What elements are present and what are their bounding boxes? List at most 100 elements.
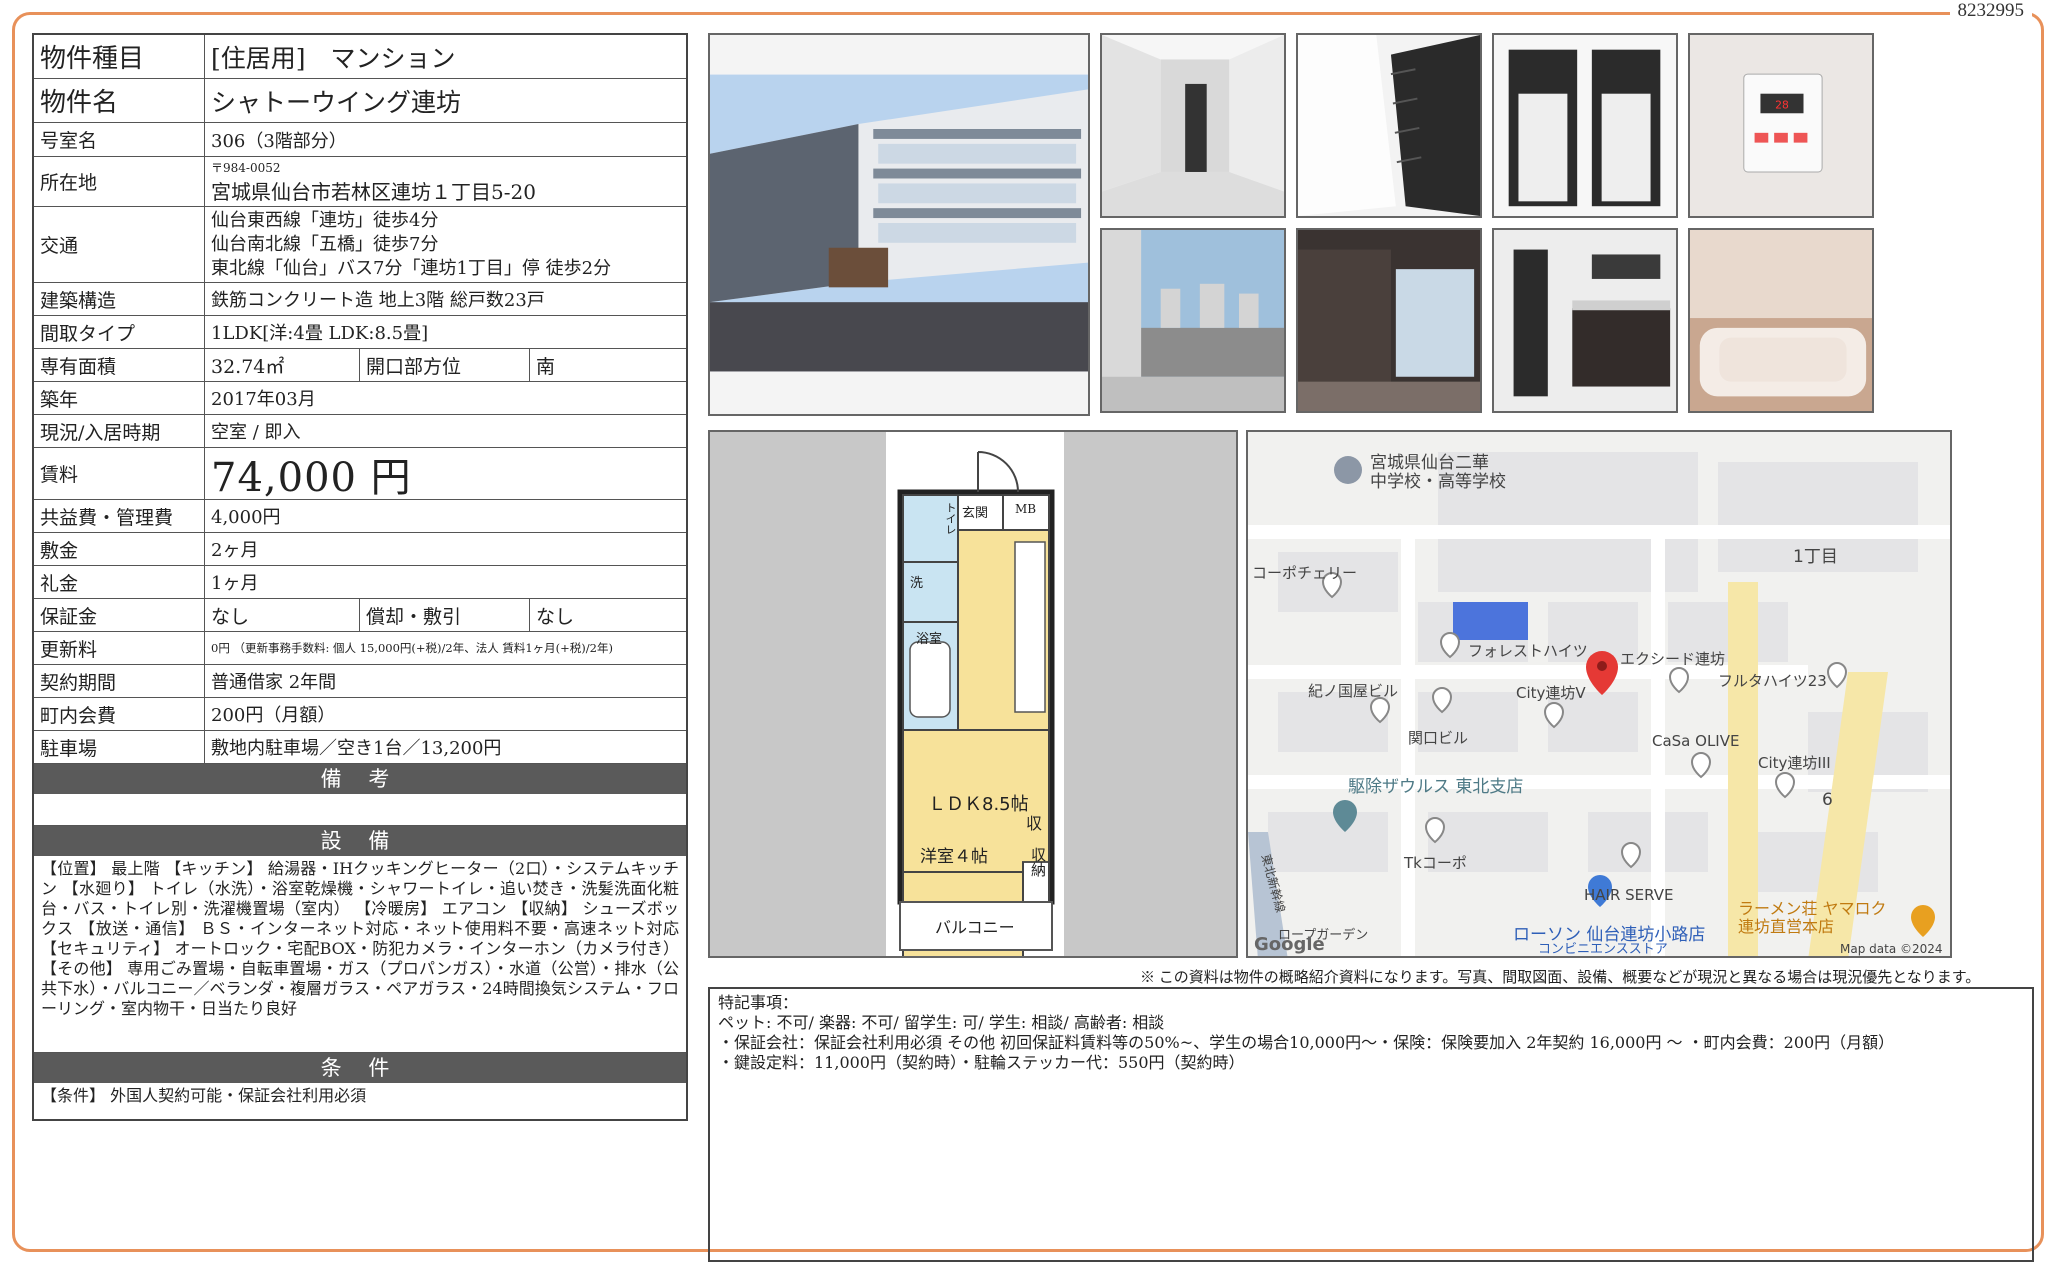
exterior-photo bbox=[708, 33, 1090, 416]
row-renewal: 更新料 0円 （更新事務手数料: 個人 15,000円(+税)/2年、法人 賃料… bbox=[34, 632, 686, 665]
row-deposit: 敷金 2ヶ月 bbox=[34, 533, 686, 566]
map-label-forest: フォレストハイツ bbox=[1468, 642, 1588, 660]
value-contract: 普通借家 2年間 bbox=[211, 672, 337, 693]
fp-ldk: ＬＤＫ8.5帖 bbox=[928, 794, 1029, 815]
disclaimer-notice: ※ この資料は物件の概略紹介資料になります。写真、間取図面、設備、概要などが現況… bbox=[1140, 970, 1981, 986]
label-name: 物件名 bbox=[34, 79, 205, 122]
fp-wash: 洗 bbox=[910, 576, 924, 591]
row-fee: 共益費・管理費 4,000円 bbox=[34, 500, 686, 533]
value-transport: 仙台東西線「連坊」徒歩4分 仙台南北線「五橋」徒歩7分 東北線「仙台」バス7分「… bbox=[205, 207, 686, 282]
map-label-cityv: City連坊V bbox=[1516, 684, 1586, 702]
fp-storage2: 収納 bbox=[1029, 847, 1047, 877]
row-guarantee: 保証金 なし 償却・敷引 なし bbox=[34, 599, 686, 632]
label-transport: 交通 bbox=[34, 207, 205, 282]
value-guarantee: なし bbox=[205, 599, 360, 631]
value-layout: 1LDK[洋:4畳 LDK:8.5畳] bbox=[211, 323, 429, 344]
equipment-header: 設 備 bbox=[34, 826, 686, 856]
label-room: 号室名 bbox=[34, 123, 205, 156]
row-rent: 賃料 74,000 円 bbox=[34, 448, 686, 501]
label-keymoney: 礼金 bbox=[34, 566, 205, 598]
map-label-kujo: 駆除ザウルス 東北支店 bbox=[1348, 777, 1524, 797]
map-label-excede: エクシード連坊 bbox=[1620, 650, 1726, 668]
value-deposit: 2ヶ月 bbox=[211, 540, 259, 561]
transport-line: 仙台東西線「連坊」徒歩4分 bbox=[211, 209, 439, 231]
map-label-six: 6 bbox=[1822, 790, 1833, 810]
label-renewal: 更新料 bbox=[34, 632, 205, 664]
label-status: 現況/入居時期 bbox=[34, 415, 205, 447]
document-number: 8232995 bbox=[1949, 0, 2032, 22]
label-structure: 建築構造 bbox=[34, 283, 205, 315]
label-deposit: 敷金 bbox=[34, 533, 205, 565]
row-status: 現況/入居時期 空室 / 即入 bbox=[34, 415, 686, 448]
map-label-conv: コンビニエンスストア bbox=[1538, 942, 1668, 957]
map-label-kinokuniya: 紀ノ国屋ビル bbox=[1308, 682, 1399, 700]
label-guarantee: 保証金 bbox=[34, 599, 205, 631]
map-label-sekiguchi: 関口ビル bbox=[1408, 729, 1469, 747]
row-layout: 間取タイプ 1LDK[洋:4畳 LDK:8.5畳] bbox=[34, 316, 686, 349]
value-structure: 鉄筋コンクリート造 地上3階 総戸数23戸 bbox=[211, 290, 545, 311]
interior-photo-1 bbox=[1100, 33, 1286, 218]
fp-western: 洋室４帖 bbox=[920, 847, 988, 867]
map-label-casa: CaSa OLIVE bbox=[1652, 732, 1740, 750]
label-fee: 共益費・管理費 bbox=[34, 500, 205, 532]
interior-photo-5 bbox=[1100, 228, 1286, 413]
conditions-header: 条 件 bbox=[34, 1053, 686, 1083]
label-layout: 間取タイプ bbox=[34, 316, 205, 348]
transport-line: 東北線「仙台」バス7分「連坊1丁目」停 徒歩2分 bbox=[211, 257, 612, 279]
special-line: ペット: 不可/ 楽器: 不可/ 留学生: 可/ 学生: 相談/ 高齢者: 相談 bbox=[718, 1013, 1165, 1032]
row-community: 町内会費 200円（月額） bbox=[34, 698, 686, 731]
equipment-text: 【位置】 最上階 【キッチン】 給湯器・IHクッキングヒーター（2口）・システム… bbox=[34, 856, 686, 1053]
special-line: ・鍵設定料：11,000円（契約時）・駐輪ステッカー代：550円（契約時） bbox=[718, 1053, 1245, 1072]
value-address: 〒984-0052 宮城県仙台市若林区連坊１丁目5-20 bbox=[205, 157, 686, 206]
transport-line: 仙台南北線「五橋」徒歩7分 bbox=[211, 233, 439, 255]
label-amort: 償却・敷引 bbox=[360, 599, 530, 631]
label-direction: 開口部方位 bbox=[360, 349, 530, 381]
postal-code: 〒984-0052 bbox=[211, 160, 281, 175]
address-text: 宮城県仙台市若林区連坊１丁目5-20 bbox=[211, 179, 536, 204]
map-label-chome: 1丁目 bbox=[1793, 547, 1838, 567]
row-area: 専有面積 32.74㎡ 開口部方位 南 bbox=[34, 349, 686, 382]
map-label-hair: HAIR SERVE bbox=[1584, 886, 1674, 904]
row-room: 号室名 306（3階部分） bbox=[34, 123, 686, 157]
conditions-text: 【条件】 外国人契約可能・保証会社利用必須 bbox=[41, 1086, 367, 1105]
remarks-header: 備 考 bbox=[34, 764, 686, 794]
fp-mb: MB bbox=[1015, 502, 1037, 516]
interior-photo-2 bbox=[1296, 33, 1482, 218]
value-status: 空室 / 即入 bbox=[211, 422, 301, 443]
label-type: 物件種目 bbox=[34, 35, 205, 78]
interior-photo-8 bbox=[1688, 228, 1874, 413]
value-name: シャトーウイング連坊 bbox=[211, 87, 462, 117]
value-parking: 敷地内駐車場／空き1台／13,200円 bbox=[211, 738, 502, 759]
map-label-coop: コーポチェリー bbox=[1252, 564, 1358, 582]
label-parking: 駐車場 bbox=[34, 731, 205, 763]
google-logo: Google bbox=[1254, 934, 1325, 955]
label-rent: 賃料 bbox=[34, 448, 205, 499]
special-notes: 特記事項： ペット: 不可/ 楽器: 不可/ 留学生: 可/ 学生: 相談/ 高… bbox=[708, 987, 2034, 1262]
map-label-school: 宮城県仙台二華 中学校・高等学校 bbox=[1370, 453, 1506, 492]
fp-storage1: 収 bbox=[1026, 814, 1043, 833]
value-community: 200円（月額） bbox=[211, 705, 336, 726]
property-table: 物件種目 [住居用] マンション 物件名 シャトーウイング連坊 号室名 306（… bbox=[32, 33, 688, 1121]
label-community: 町内会費 bbox=[34, 698, 205, 730]
value-room: 306（3階部分） bbox=[211, 130, 347, 152]
value-rent: 74,000 円 bbox=[211, 454, 412, 501]
special-line: ・保証会社：保証会社利用必須 その他 初回保証料賃料等の50%~、学生の場合10… bbox=[718, 1033, 1895, 1052]
interior-photo-7 bbox=[1492, 228, 1678, 413]
row-name: 物件名 シャトーウイング連坊 bbox=[34, 79, 686, 123]
svg-text:28: 28 bbox=[1775, 98, 1789, 111]
row-address: 所在地 〒984-0052 宮城県仙台市若林区連坊１丁目5-20 bbox=[34, 157, 686, 207]
value-renewal: 0円 （更新事務手数料: 個人 15,000円(+税)/2年、法人 賃料1ヶ月(… bbox=[211, 641, 613, 655]
row-type: 物件種目 [住居用] マンション bbox=[34, 35, 686, 79]
label-address: 所在地 bbox=[34, 157, 205, 206]
label-built: 築年 bbox=[34, 382, 205, 414]
map-attribution: Map data ©2024 bbox=[1840, 942, 1943, 956]
value-keymoney: 1ヶ月 bbox=[211, 573, 259, 594]
fp-entrance: 玄関 bbox=[962, 506, 989, 521]
row-parking: 駐車場 敷地内駐車場／空き1台／13,200円 bbox=[34, 731, 686, 764]
interior-photo-4: 28 bbox=[1688, 33, 1874, 218]
fp-balcony: バルコニー bbox=[935, 918, 1015, 937]
fp-bath: 浴室 bbox=[916, 632, 943, 647]
row-keymoney: 礼金 1ヶ月 bbox=[34, 566, 686, 599]
map-label-cityiii: City連坊III bbox=[1758, 754, 1831, 772]
interior-photo-6 bbox=[1296, 228, 1482, 413]
